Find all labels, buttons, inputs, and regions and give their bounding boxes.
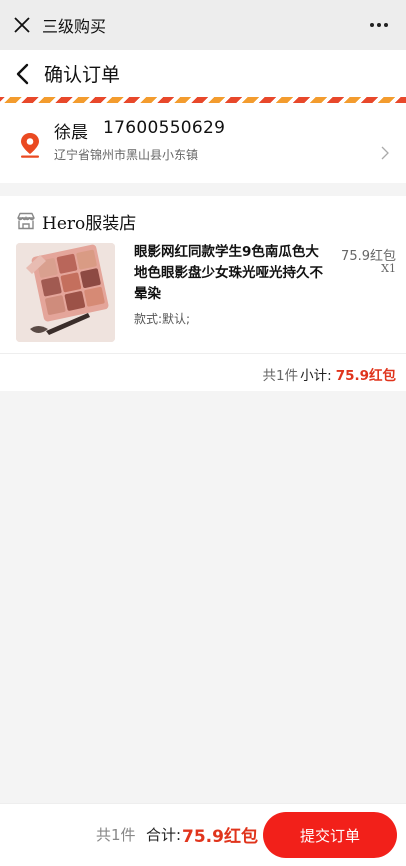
subtotal-row: 共1件 小计: 75.9红包 (263, 364, 396, 384)
mini-program-title: 三级购买 (42, 17, 107, 36)
page-header: 确认订单 (0, 50, 406, 97)
submit-order-button[interactable]: 提交订单 (263, 812, 397, 858)
more-icon (370, 23, 374, 27)
total-amount: 75.9红包 (182, 827, 258, 847)
product-quantity: X1 (381, 262, 396, 275)
subtotal-amount: 75.9红包 (335, 368, 396, 384)
total-count: 共1件 (96, 826, 136, 844)
close-button[interactable] (2, 0, 42, 50)
back-button[interactable] (0, 50, 44, 97)
shop-card: Hero服装店 眼影网红同款学生9色南瓜色大地色眼影盘少女珠光哑光持久不晕染 款… (0, 196, 406, 391)
chevron-right-icon (381, 146, 389, 160)
more-button[interactable] (366, 14, 392, 36)
page-title: 确认订单 (44, 64, 121, 86)
address-card[interactable]: 徐晨 17600550629 辽宁省锦州市黑山县小东镇 (0, 103, 406, 183)
recipient-name: 徐晨 (54, 123, 88, 143)
subtotal-label: 小计: (300, 368, 332, 384)
recipient-phone: 17600550629 (103, 118, 226, 138)
total-label: 合计: (146, 826, 182, 844)
address-detail: 辽宁省锦州市黑山县小东镇 (54, 148, 199, 162)
shop-icon (17, 212, 35, 230)
checkout-bar: 共1件 合计: 75.9红包 提交订单 (0, 803, 406, 866)
subtotal-count: 共1件 (262, 368, 299, 384)
shop-header: Hero服装店 (16, 208, 136, 234)
close-icon (14, 17, 30, 33)
shop-name: Hero服装店 (42, 213, 137, 234)
product-title[interactable]: 眼影网红同款学生9色南瓜色大地色眼影盘少女珠光哑光持久不晕染 (134, 242, 330, 305)
product-spec: 款式:默认; (134, 312, 191, 326)
eyeshadow-palette-image (16, 243, 115, 342)
location-pin-icon (21, 133, 39, 158)
product-image[interactable] (16, 243, 115, 342)
mini-program-bar: 三级购买 (0, 0, 406, 50)
divider (0, 353, 406, 354)
back-icon (16, 63, 29, 84)
